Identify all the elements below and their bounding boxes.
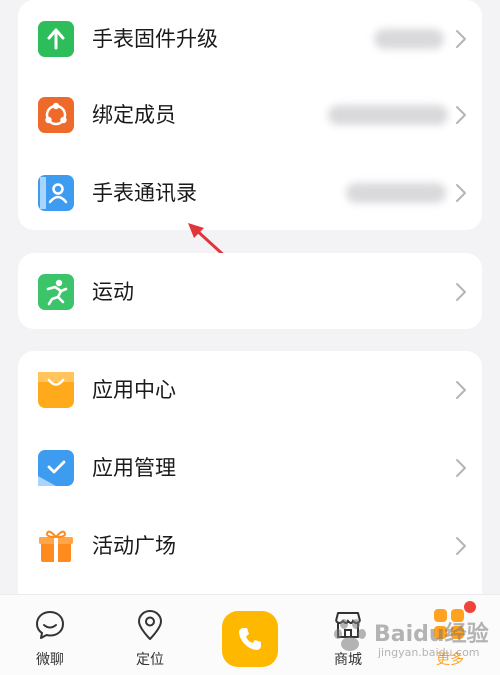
redacted-value (346, 183, 446, 203)
app-management-label: 应用管理 (92, 456, 176, 480)
shopping-bag-icon (38, 372, 74, 408)
redacted-value (328, 105, 448, 125)
chat-bubble-icon (36, 611, 64, 639)
watermark-url: jingyan.baidu.com (378, 646, 480, 659)
chevron-right-icon (456, 283, 466, 301)
firmware-upgrade-label: 手表固件升级 (92, 27, 218, 51)
chevron-right-icon (456, 106, 466, 124)
app-center-label: 应用中心 (92, 378, 176, 402)
chevron-right-icon (456, 459, 466, 477)
upload-arrow-icon (38, 21, 74, 57)
bind-members-row[interactable]: 绑定成员 (18, 76, 482, 154)
contacts-book-icon (38, 175, 74, 211)
gift-icon (38, 528, 74, 564)
tab-chat-label: 微聊 (36, 652, 64, 668)
chevron-right-icon (456, 381, 466, 399)
baidu-watermark: Baidu经验 jingyan.baidu.com (330, 612, 490, 668)
tab-location[interactable]: 定位 (110, 595, 190, 675)
sport-row[interactable]: 运动 (18, 253, 482, 329)
chevron-right-icon (456, 30, 466, 48)
settings-card-sport: 运动 (18, 253, 482, 329)
activity-square-label: 活动广场 (92, 534, 176, 558)
chevron-right-icon (456, 184, 466, 202)
running-person-icon (38, 274, 74, 310)
app-management-row[interactable]: 应用管理 (18, 429, 482, 507)
phone-icon (239, 628, 261, 650)
paw-logo-icon (334, 619, 366, 651)
watermark-brand: Baidu经验 (374, 622, 489, 647)
checkbox-icon (38, 450, 74, 486)
share-members-icon (38, 97, 74, 133)
chevron-right-icon (456, 537, 466, 555)
activity-square-row[interactable]: 活动广场 (18, 507, 482, 585)
redacted-value (374, 29, 444, 49)
call-button[interactable] (222, 611, 278, 667)
app-center-row[interactable]: 应用中心 (18, 351, 482, 429)
tab-chat[interactable]: 微聊 (10, 595, 90, 675)
tab-location-label: 定位 (136, 652, 164, 668)
watch-contacts-row[interactable]: 手表通讯录 (18, 154, 482, 230)
settings-card-device: 手表固件升级 绑定成员 手表通讯录 (18, 0, 482, 230)
bind-members-label: 绑定成员 (92, 103, 176, 127)
firmware-upgrade-row[interactable]: 手表固件升级 (18, 0, 482, 78)
sport-label: 运动 (92, 280, 134, 304)
location-pin-icon (138, 610, 162, 640)
settings-card-apps: 应用中心 应用管理 活动广场 (18, 351, 482, 611)
